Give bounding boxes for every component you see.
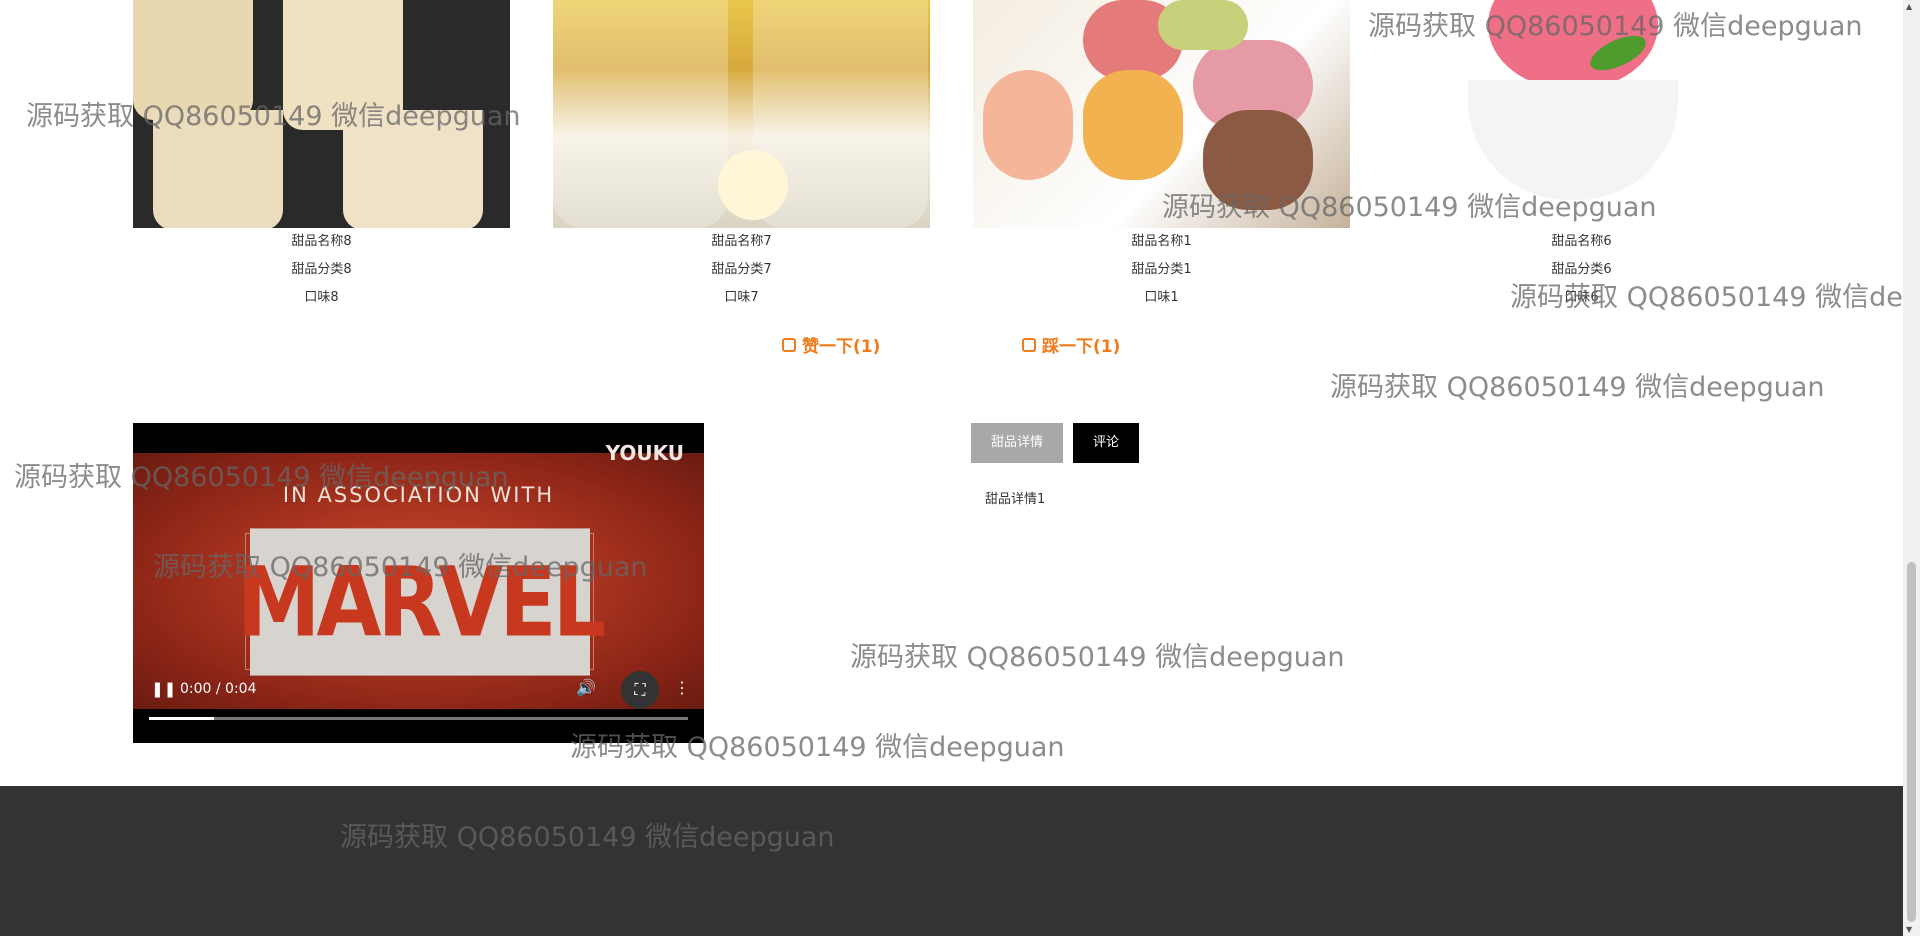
footer [0,786,1920,936]
product-flavor: 口味7 [724,290,759,305]
thumbs-down-icon [1022,337,1036,352]
product-image[interactable] [973,0,1350,228]
detail-content: 甜品详情1 [985,492,1046,507]
product-name: 甜品名称6 [1551,234,1612,249]
video-frame: YOUKU IN ASSOCIATION WITH MARVEL [133,441,704,709]
youku-logo: YOUKU [605,441,684,465]
product-image[interactable] [553,0,930,228]
product-card[interactable]: 甜品名称7 甜品分类7 口味7 [553,0,930,312]
product-card[interactable]: 甜品名称1 甜品分类1 口味1 [973,0,1350,312]
detail-tabs: 甜品详情 评论 [971,423,1140,463]
product-flavor: 口味8 [304,290,339,305]
product-image[interactable] [133,0,510,228]
product-image[interactable] [1393,0,1770,228]
like-button[interactable]: 赞一下(1) [782,332,880,357]
dislike-button[interactable]: 踩一下(1) [1022,332,1120,357]
product-flavor: 口味1 [1144,290,1179,305]
pause-icon[interactable]: ❚❚ [151,680,176,698]
thumbs-up-icon [782,337,796,352]
watermark: 源码获取 QQ86050149 微信deepguan [1330,372,1825,403]
video-caption: IN ASSOCIATION WITH [282,483,555,507]
product-name: 甜品名称7 [711,234,772,249]
fullscreen-icon[interactable]: ⛶ [621,671,659,709]
product-flavor: 口味6 [1564,290,1599,305]
product-card[interactable]: 甜品名称8 甜品分类8 口味8 [133,0,510,312]
product-category: 甜品分类1 [1131,262,1192,277]
product-card[interactable]: 甜品名称6 甜品分类6 口味6 [1393,0,1770,312]
scroll-down-icon[interactable]: ▼ [1906,925,1912,934]
scrollbar[interactable]: ▲ ▼ [1903,0,1920,936]
product-category: 甜品分类8 [291,262,352,277]
video-progress-fill [149,717,214,720]
marvel-logo: MARVEL [237,527,606,676]
tab-comment[interactable]: 评论 [1073,423,1140,463]
product-category: 甜品分类7 [711,262,772,277]
product-name: 甜品名称1 [1131,234,1192,249]
more-options-icon[interactable]: ⋮ [674,678,690,697]
like-label: 赞一下(1) [802,337,881,357]
watermark: 源码获取 QQ86050149 微信deepguan [850,642,1345,673]
video-player[interactable]: YOUKU IN ASSOCIATION WITH MARVEL ❚❚ 0:00… [133,423,704,743]
volume-icon[interactable]: 🔊 [576,678,596,697]
marvel-logo-text: MARVEL [237,527,606,676]
video-controls: ❚❚ 0:00 / 0:04 🔊 ⛶ ⋮ [133,671,704,709]
scroll-up-icon[interactable]: ▲ [1906,2,1912,11]
product-category: 甜品分类6 [1551,262,1612,277]
scrollbar-thumb[interactable] [1907,562,1916,922]
dislike-label: 踩一下(1) [1042,337,1121,357]
product-name: 甜品名称8 [291,234,352,249]
video-time: 0:00 / 0:04 [180,681,257,697]
video-progress-bar[interactable] [149,717,688,720]
tab-detail[interactable]: 甜品详情 [971,423,1064,463]
